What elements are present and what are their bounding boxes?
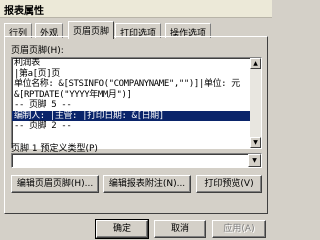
print-preview-button[interactable]: 打印预览(V) — [196, 175, 262, 193]
tab-header-footer[interactable]: 页眉页脚 — [68, 21, 115, 39]
chevron-down-icon[interactable]: ▼ — [248, 154, 261, 167]
header-footer-editor[interactable]: 利润表 |第a[页]页 单位名称: &[STSINFO("COMPANYNAME",… — [11, 57, 262, 149]
apply-button[interactable]: 应用(A) — [212, 220, 266, 238]
window-title: 报表属性 — [4, 6, 44, 17]
editor-line[interactable]: -- 页脚 2 -- — [12, 121, 261, 132]
editor-line[interactable]: &[RPTDATE("YYYY年MM月")] — [12, 90, 261, 101]
editor-scrollbar[interactable]: ▲ ▼ — [250, 58, 261, 148]
tab-panel: 页眉页脚(H): 利润表 |第a[页]页 单位名称: &[STSINFO("COMP… — [4, 36, 268, 214]
title-bar: 报表属性 — [0, 0, 272, 18]
cancel-button[interactable]: 取消 — [154, 220, 206, 238]
ok-button[interactable]: 确定 — [95, 219, 149, 239]
scroll-up-icon[interactable]: ▲ — [250, 58, 261, 69]
predefined-type-select[interactable]: ▼ — [11, 153, 262, 168]
edit-header-footer-button[interactable]: 编辑页眉页脚(H)... — [11, 175, 99, 193]
editor-line[interactable]: |第a[页]页 — [12, 69, 261, 80]
header-footer-label: 页眉页脚(H): — [11, 46, 64, 56]
editor-line[interactable]: 编制人: |主管: |打印日期: &[日期] — [12, 110, 261, 121]
edit-report-note-button[interactable]: 编辑报表附注(N)... — [103, 175, 191, 193]
editor-line[interactable]: 利润表 — [12, 58, 261, 69]
editor-line[interactable]: -- 页脚 5 -- — [12, 100, 261, 111]
scroll-down-icon[interactable]: ▼ — [250, 137, 261, 148]
editor-line[interactable]: 单位名称: &[STSINFO("COMPANYNAME","")]|单位: 元 — [12, 79, 261, 90]
